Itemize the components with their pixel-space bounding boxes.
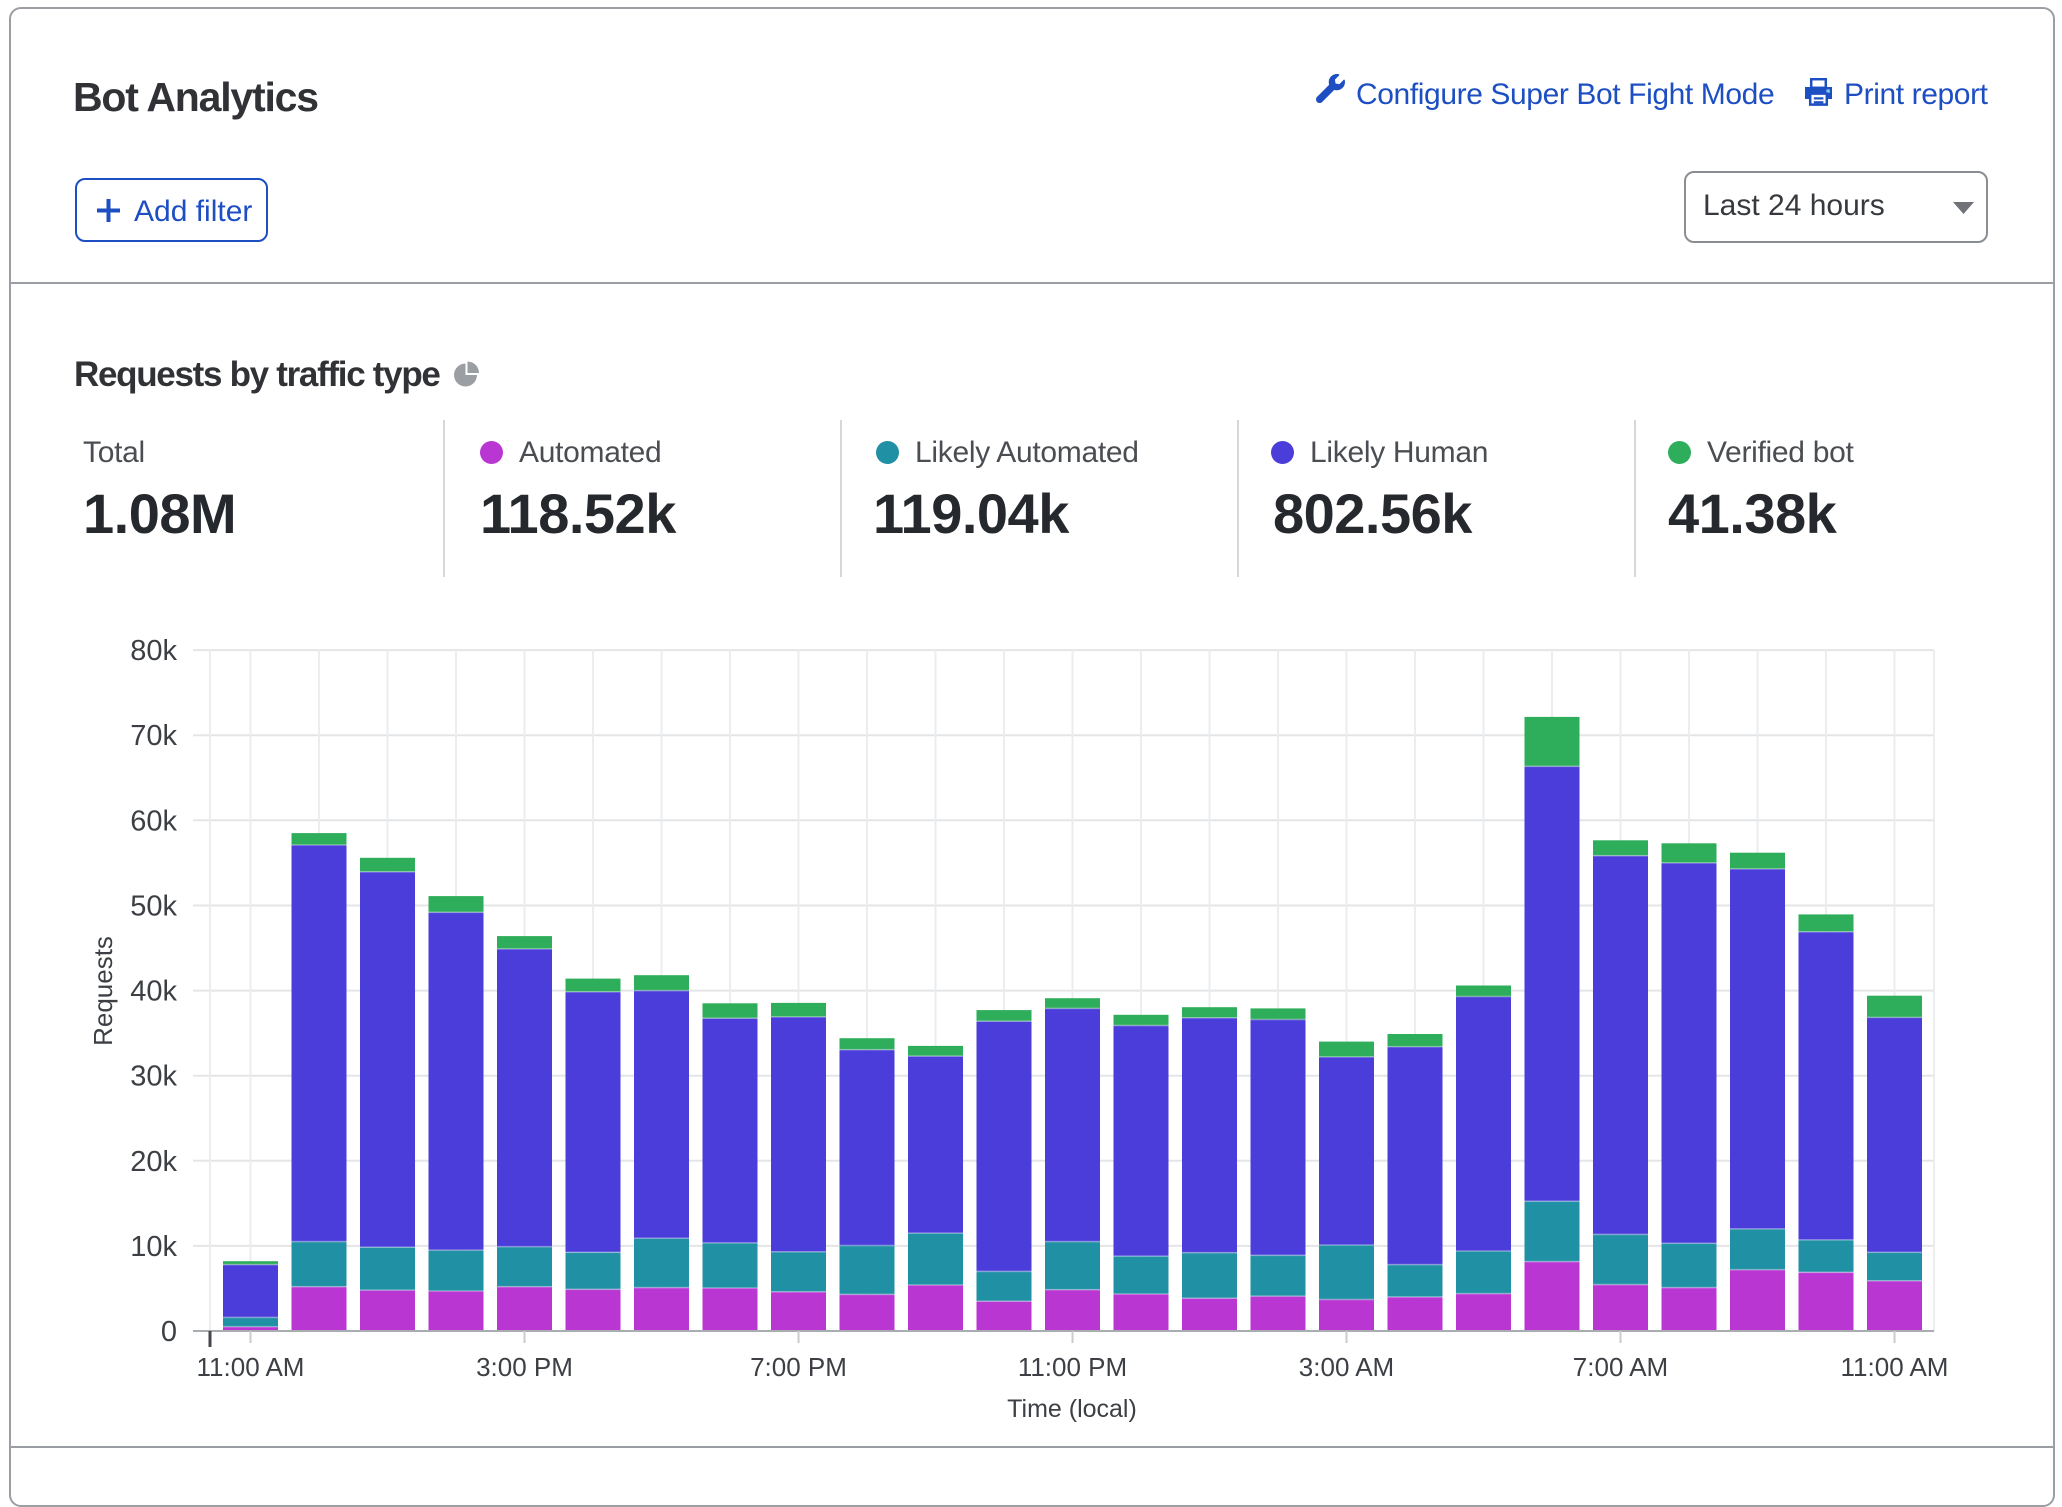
svg-text:Time (local): Time (local) bbox=[1007, 1395, 1137, 1423]
svg-text:Requests: Requests bbox=[88, 936, 118, 1046]
svg-text:80k: 80k bbox=[130, 635, 177, 667]
svg-text:11:00 AM: 11:00 AM bbox=[1841, 1352, 1949, 1382]
svg-text:3:00 PM: 3:00 PM bbox=[476, 1352, 573, 1382]
svg-text:7:00 PM: 7:00 PM bbox=[750, 1352, 847, 1382]
svg-text:10k: 10k bbox=[130, 1231, 177, 1263]
svg-text:30k: 30k bbox=[130, 1061, 177, 1093]
svg-text:50k: 50k bbox=[130, 891, 177, 923]
svg-text:11:00 AM: 11:00 AM bbox=[197, 1352, 305, 1382]
svg-text:40k: 40k bbox=[130, 976, 177, 1008]
svg-text:0: 0 bbox=[161, 1316, 177, 1348]
svg-text:7:00 AM: 7:00 AM bbox=[1573, 1352, 1668, 1382]
svg-text:20k: 20k bbox=[130, 1146, 177, 1178]
svg-text:11:00 PM: 11:00 PM bbox=[1018, 1352, 1127, 1382]
svg-text:70k: 70k bbox=[130, 720, 177, 752]
svg-text:3:00 AM: 3:00 AM bbox=[1299, 1352, 1394, 1382]
svg-text:60k: 60k bbox=[130, 805, 177, 837]
